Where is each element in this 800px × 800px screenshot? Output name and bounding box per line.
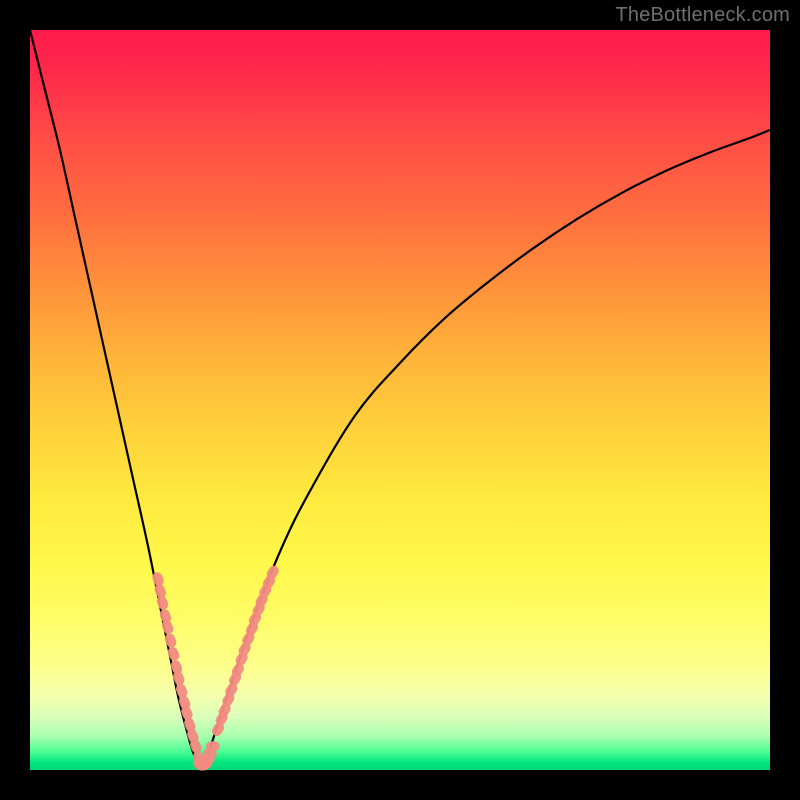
- marker-point: [206, 741, 220, 751]
- marker-group: [151, 564, 281, 771]
- chart-frame: TheBottleneck.com: [0, 0, 800, 800]
- chart-svg: [30, 30, 770, 770]
- bottleneck-curve: [30, 30, 770, 766]
- watermark-text: TheBottleneck.com: [615, 4, 790, 27]
- plot-area: [30, 30, 770, 770]
